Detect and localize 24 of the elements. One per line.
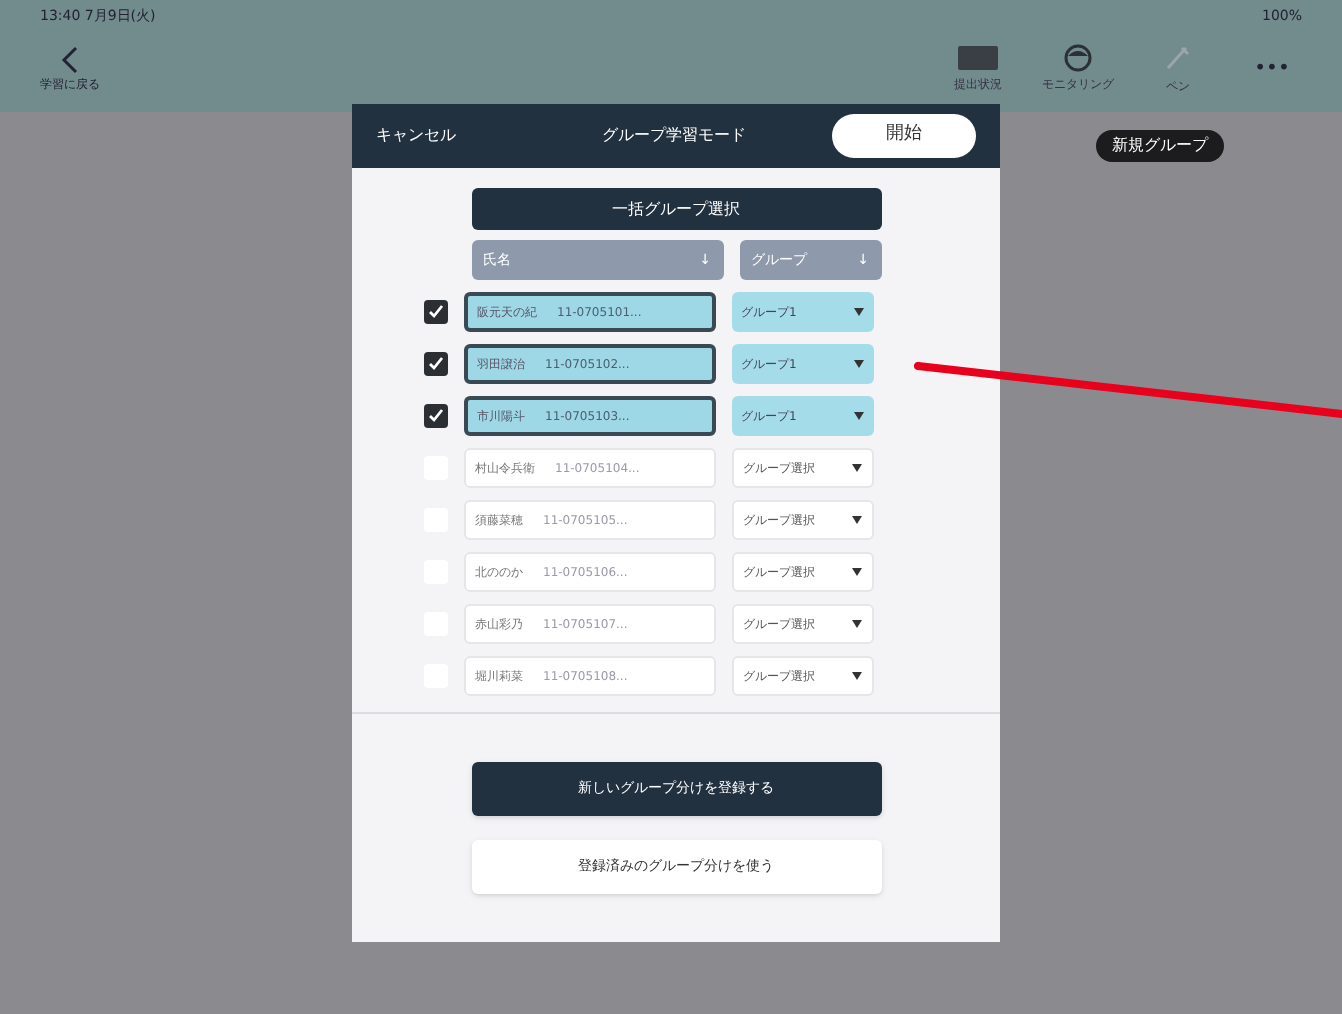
caret-icon: [853, 412, 863, 420]
check-icon: [427, 356, 443, 372]
caret-icon: [851, 568, 861, 576]
check-icon: [427, 304, 443, 320]
caret-icon: [853, 308, 863, 316]
row-checkbox[interactable]: [423, 300, 447, 324]
start-button[interactable]: 開始: [832, 114, 976, 158]
caret-icon: [851, 516, 861, 524]
modal-title: グループ学習モード: [602, 124, 746, 148]
new-group-badge[interactable]: 新規グループ: [1096, 130, 1224, 162]
row-checkbox[interactable]: [423, 352, 447, 376]
back-icon: [60, 46, 80, 74]
monitor-icon: [956, 44, 1000, 72]
check-icon: [427, 408, 443, 424]
more-button[interactable]: •••: [1242, 54, 1302, 84]
face-icon: [1064, 44, 1092, 72]
row-checkbox[interactable]: [423, 404, 447, 428]
pen-icon: [1162, 42, 1194, 74]
caret-icon: [851, 672, 861, 680]
caret-icon: [853, 360, 863, 368]
cancel-button[interactable]: キャンセル: [376, 124, 456, 148]
bulk-group-button[interactable]: 一括グループ選択: [471, 188, 881, 230]
caret-icon: [851, 620, 861, 628]
caret-icon: [851, 464, 861, 472]
